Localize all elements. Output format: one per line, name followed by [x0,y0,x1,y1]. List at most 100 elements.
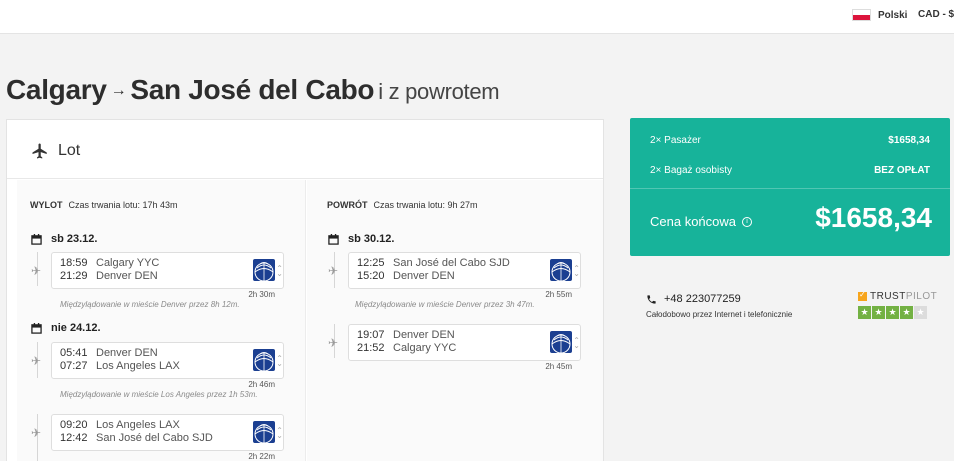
airline-logo-icon [253,349,275,371]
flight-card-header: Lot [31,142,80,160]
trustpilot-name-a: TRUST [870,291,906,302]
expand-chevron-icon[interactable]: ⌃ ⌄ [573,337,580,350]
segment-arr-time: 15:20 [357,270,385,282]
flight-card-title: Lot [58,142,81,159]
route-arrow-icon: → [110,82,127,99]
divider [630,188,950,189]
segment-yyc-den[interactable]: 18:59 Calgary YYC 21:29 Denver DEN ⌃ ⌄ 2h 3… [51,252,284,299]
layover-note: Międzylądowanie w mieście Denver przez 8… [60,300,240,309]
calendar-icon [328,233,339,245]
outbound-duration: Czas trwania lotu: 17h 43m [68,200,178,210]
star-icon: ★ [872,306,885,319]
bag-row: 2× Bagaż osobisty BEZ OPŁAT [650,165,930,176]
passengers-row: 2× Pasażer $1658,34 [650,135,930,146]
plane-icon: ✈ [31,354,42,368]
return-header: POWRÓT Czas trwania lotu: 9h 27m [327,200,478,210]
airline-logo-icon [253,259,275,281]
segment-den-yyc[interactable]: 19:07 Denver DEN 21:52 Calgary YYC ⌃ ⌄ 2h 4… [348,324,581,371]
total-label-row: Cena końcowa i [650,214,752,229]
segment-dep-time: 18:59 [60,257,88,269]
segment-dep-time: 19:07 [357,329,385,341]
expand-chevron-icon[interactable]: ⌃ ⌄ [276,355,283,368]
plane-icon: ✈ [328,336,339,350]
return-duration: Czas trwania lotu: 9h 27m [373,200,478,210]
plane-icon: ✈ [31,426,42,440]
segment-dep-place: Denver DEN [393,329,455,341]
outbound-day-1: sb 23.12. [31,233,97,245]
price-summary: 2× Pasażer $1658,34 2× Bagaż osobisty BE… [630,118,950,256]
language-selector[interactable]: Polski [852,9,907,21]
layover-note: Międzylądowanie w mieście Los Angeles pr… [60,390,258,399]
flight-card: Lot WYLOT Czas trwania lotu: 17h 43m sb 2… [6,119,604,461]
outbound-header: WYLOT Czas trwania lotu: 17h 43m [30,200,178,210]
trustpilot-badge[interactable]: TRUSTPILOT ★★★★★ [858,290,937,319]
segment-arr-place: Calgary YYC [393,342,457,354]
bag-label: 2× Bagaż osobisty [650,165,732,176]
passengers-value: $1658,34 [888,135,930,146]
segment-arr-time: 07:27 [60,360,88,372]
return-label: POWRÓT [327,200,368,210]
passengers-label: 2× Pasażer [650,135,701,146]
top-bar: Polski CAD - $ [0,0,954,34]
outbound-label: WYLOT [30,200,63,210]
segment-dep-time: 12:25 [357,257,385,269]
divider [7,178,603,179]
segment-duration: 2h 55m [545,290,572,299]
phone-number: +48 223077259 [664,293,741,305]
segment-dep-time: 09:20 [60,419,88,431]
segment-arr-place: San José del Cabo SJD [96,432,213,444]
segment-arr-place: Denver DEN [393,270,455,282]
trustpilot-logo: TRUSTPILOT [858,290,937,302]
airline-logo-icon [550,259,572,281]
contact-phone[interactable]: +48 223077259 [646,293,741,305]
currency-selector[interactable]: CAD - $ [918,9,954,20]
segment-dep-place: Denver DEN [96,347,158,359]
poland-flag-icon [852,9,871,21]
total-label: Cena końcowa [650,214,736,229]
airline-logo-icon [550,331,572,353]
outbound-day-1-date: sb 23.12. [51,233,98,245]
outbound-day-2-date: nie 24.12. [51,322,101,334]
star-icon: ★ [914,306,927,319]
segment-duration: 2h 46m [248,380,275,389]
segment-arr-time: 21:52 [357,342,385,354]
star-icon: ★ [900,306,913,319]
layover-note: Międzylądowanie w mieście Denver przez 3… [355,300,535,309]
expand-chevron-icon[interactable]: ⌃ ⌄ [276,427,283,440]
route-from: Calgary [6,74,107,105]
return-column: POWRÓT Czas trwania lotu: 9h 27m sb 30.12… [307,180,603,461]
segment-duration: 2h 45m [545,362,572,371]
trustpilot-icon [858,290,867,301]
segment-den-lax[interactable]: 05:41 Denver DEN 07:27 Los Angeles LAX ⌃ ⌄ … [51,342,284,389]
route-to: San José del Cabo [130,74,375,105]
total-price: $1658,34 [815,202,932,233]
airline-logo-icon [253,421,275,443]
calendar-icon [31,322,42,334]
segment-sjd-den[interactable]: 12:25 San José del Cabo SJD 15:20 Denver D… [348,252,581,299]
segment-dep-place: Los Angeles LAX [96,419,180,431]
expand-chevron-icon[interactable]: ⌃ ⌄ [573,265,580,278]
trustpilot-stars: ★ ★ ★ ★ ★ [858,306,937,319]
airplane-icon [32,143,47,159]
segment-dep-time: 05:41 [60,347,88,359]
page-title: Calgary → San José del Cabo i z powrotem [6,74,500,106]
star-icon: ★ [886,306,899,319]
segment-dep-place: San José del Cabo SJD [393,257,510,269]
star-icon: ★ [858,306,871,319]
segment-arr-time: 21:29 [60,270,88,282]
plane-icon: ✈ [31,264,42,278]
segment-duration: 2h 30m [248,290,275,299]
calendar-icon [31,233,42,245]
outbound-column: WYLOT Czas trwania lotu: 17h 43m sb 23.12… [17,180,306,461]
expand-chevron-icon[interactable]: ⌃ ⌄ [276,265,283,278]
return-day-1-date: sb 30.12. [348,233,395,245]
segment-arr-time: 12:42 [60,432,88,444]
segment-duration: 2h 22m [248,452,275,461]
segment-lax-sjd[interactable]: 09:20 Los Angeles LAX 12:42 San José del C… [51,414,284,461]
language-label: Polski [878,9,908,21]
info-icon[interactable]: i [742,216,752,227]
contact-hours: Całodobowo przez Internet i telefoniczni… [646,310,793,319]
segment-dep-place: Calgary YYC [96,257,160,269]
return-day-1: sb 30.12. [328,233,394,245]
segment-arr-place: Denver DEN [96,270,158,282]
